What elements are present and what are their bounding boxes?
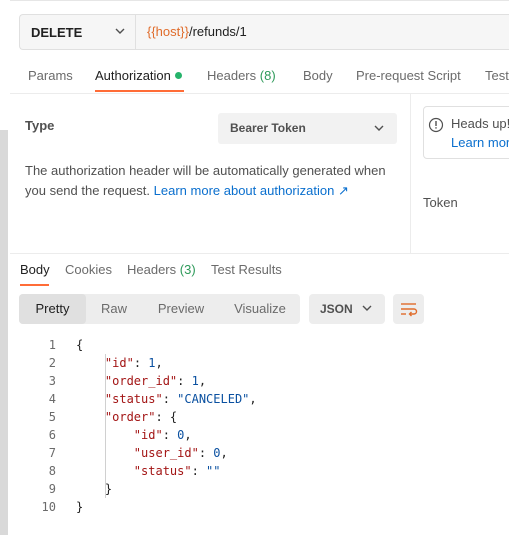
line-number: 7 xyxy=(48,446,56,460)
tabs-divider xyxy=(10,93,509,94)
divider xyxy=(135,14,136,50)
chevron-down-icon xyxy=(362,305,372,311)
panel-divider xyxy=(410,94,411,253)
code-line: { xyxy=(76,338,84,352)
view-pretty[interactable]: Pretty xyxy=(19,294,86,324)
view-preview[interactable]: Preview xyxy=(142,294,220,324)
line-number: 9 xyxy=(48,482,56,496)
code-line: } xyxy=(76,482,113,496)
status-dot xyxy=(174,72,182,79)
code-line: "order": { xyxy=(104,410,178,424)
response-tab-body[interactable]: Body xyxy=(20,262,50,277)
line-number: 5 xyxy=(48,410,56,424)
url-input[interactable]: {{host}}/refunds/1 xyxy=(147,14,247,50)
view-visualize[interactable]: Visualize xyxy=(220,294,300,324)
response-tab-test-results[interactable]: Test Results xyxy=(211,262,282,277)
line-number: 3 xyxy=(48,374,56,388)
url-path: /refunds/1 xyxy=(188,24,247,39)
line-number: 10 xyxy=(41,500,56,514)
code-line: "id": 0, xyxy=(133,428,192,442)
tab-body[interactable]: Body xyxy=(303,68,333,83)
code-line: "status": "CANCELED", xyxy=(104,392,257,406)
line-number: 1 xyxy=(48,338,56,352)
auth-type-select[interactable]: Bearer Token xyxy=(218,113,397,144)
method-select[interactable]: DELETE xyxy=(19,14,135,50)
tab-pre-request-script[interactable]: Pre-request Script xyxy=(356,68,461,83)
line-number: 2 xyxy=(48,356,56,370)
line-number: 6 xyxy=(48,428,56,442)
tab-tests[interactable]: Test xyxy=(485,68,509,83)
code-line: "status": "" xyxy=(133,464,221,478)
auth-type-label: Type xyxy=(25,118,55,133)
note-link[interactable]: Learn mor xyxy=(451,135,509,150)
tab-headers[interactable]: Headers (8) xyxy=(207,68,276,83)
auth-type-value: Bearer Token xyxy=(230,121,306,135)
note-title: Heads up! xyxy=(451,116,509,131)
code-line: "order_id": 1, xyxy=(104,374,207,388)
wrap-lines-button[interactable] xyxy=(393,294,424,324)
chevron-down-icon xyxy=(374,125,384,131)
chevron-down-icon xyxy=(115,28,125,34)
tab-params[interactable]: Params xyxy=(28,68,73,83)
code-line: } xyxy=(76,500,84,514)
learn-more-link[interactable]: Learn more about authorization ↗ xyxy=(154,183,349,198)
format-select[interactable]: JSON xyxy=(309,294,385,324)
tab-authorization[interactable]: Authorization xyxy=(95,68,182,83)
method-label: DELETE xyxy=(31,24,83,40)
line-number: 4 xyxy=(48,392,56,406)
wrap-lines-icon xyxy=(401,303,418,317)
auth-description: The authorization header will be automat… xyxy=(25,163,386,198)
active-tab-underline xyxy=(95,90,184,92)
code-line: "id": 1, xyxy=(104,356,163,370)
response-tab-headers[interactable]: Headers (3) xyxy=(127,262,196,277)
scrollbar[interactable] xyxy=(0,130,8,535)
line-number: 8 xyxy=(48,464,56,478)
url-variable: {{host}} xyxy=(147,24,189,39)
view-raw[interactable]: Raw xyxy=(86,294,142,324)
top-border xyxy=(10,0,509,1)
format-value: JSON xyxy=(320,302,353,316)
section-divider xyxy=(10,253,509,254)
info-icon xyxy=(428,117,444,133)
response-tab-cookies[interactable]: Cookies xyxy=(65,262,112,277)
token-label: Token xyxy=(423,195,458,210)
code-line: "user_id": 0, xyxy=(133,446,228,460)
indent-guide xyxy=(105,444,106,498)
response-tab-underline xyxy=(20,284,49,286)
